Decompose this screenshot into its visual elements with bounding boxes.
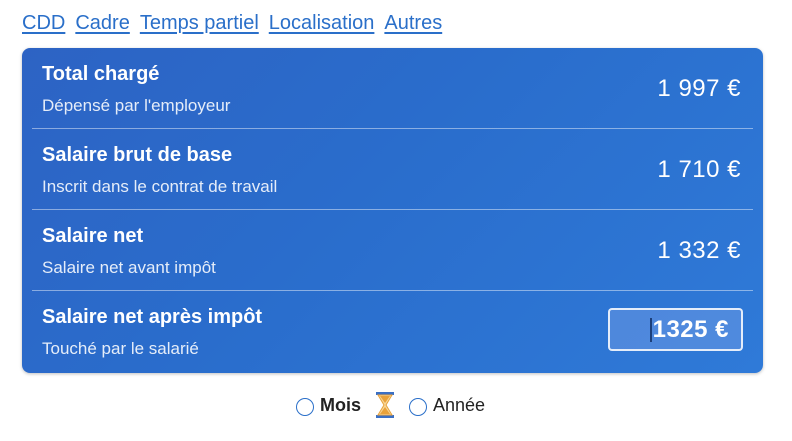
- period-selector: Mois Année: [296, 392, 485, 418]
- row-salaire-brut: Salaire brut de base Inscrit dans le con…: [32, 129, 753, 210]
- period-year-label: Année: [433, 394, 486, 415]
- salaire-net-apres-impot-input[interactable]: 1325 €: [608, 308, 743, 351]
- row-subtitle: Touché par le salarié: [42, 339, 199, 358]
- period-option-year[interactable]: Année: [409, 394, 485, 416]
- tab-cadre[interactable]: Cadre: [75, 12, 129, 35]
- salaire-brut-value[interactable]: 1 710 €: [657, 156, 741, 184]
- tab-localisation[interactable]: Localisation: [269, 12, 375, 35]
- period-option-month[interactable]: Mois: [296, 394, 361, 416]
- radio-year[interactable]: [409, 398, 428, 416]
- tab-cdd[interactable]: CDD: [22, 12, 65, 35]
- total-charge-value[interactable]: 1 997 €: [657, 75, 741, 103]
- situation-tabs: CDD Cadre Temps partiel Localisation Aut…: [22, 12, 442, 35]
- row-total-charge: Total chargé Dépensé par l'employeur 1 9…: [32, 48, 753, 129]
- text-caret: [649, 317, 652, 342]
- row-salaire-net: Salaire net Salaire net avant impôt 1 33…: [32, 210, 753, 291]
- hourglass-icon: [375, 392, 395, 418]
- row-title: Salaire net: [42, 225, 144, 247]
- salaire-net-apres-impot-value: 1325 €: [652, 315, 729, 343]
- row-title: Total chargé: [42, 63, 160, 85]
- salaire-net-value[interactable]: 1 332 €: [657, 237, 741, 265]
- tab-autres[interactable]: Autres: [384, 12, 442, 35]
- row-salaire-net-apres-impot: Salaire net après impôt Touché par le sa…: [32, 291, 753, 372]
- row-subtitle: Salaire net avant impôt: [42, 258, 216, 277]
- radio-month[interactable]: [296, 398, 314, 416]
- tab-temps-partiel[interactable]: Temps partiel: [140, 12, 259, 35]
- row-subtitle: Dépensé par l'employeur: [42, 96, 231, 115]
- row-title: Salaire net après impôt: [42, 306, 263, 328]
- salary-card: Total chargé Dépensé par l'employeur 1 9…: [22, 48, 763, 373]
- row-title: Salaire brut de base: [42, 144, 233, 166]
- period-month-label: Mois: [320, 394, 362, 415]
- row-subtitle: Inscrit dans le contrat de travail: [42, 177, 278, 196]
